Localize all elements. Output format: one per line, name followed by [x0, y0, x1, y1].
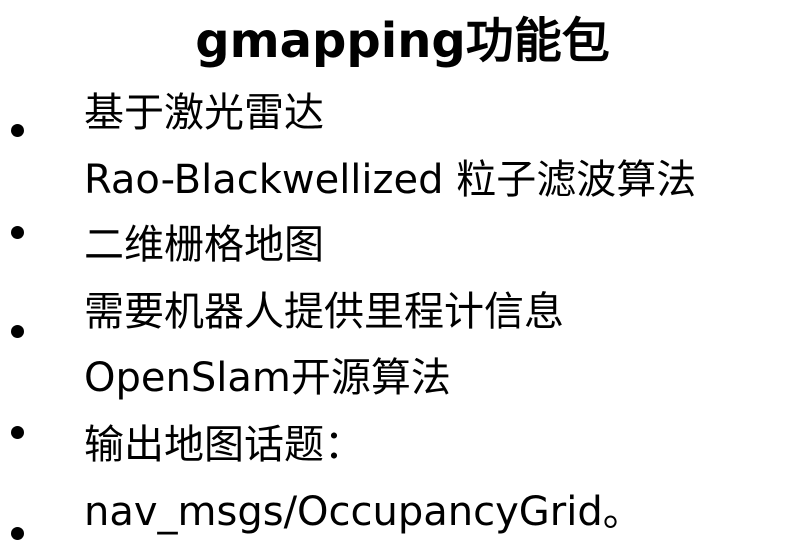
text-line-7: nav_msgs/OccupancyGrid。 — [84, 489, 643, 535]
text-line-2: Rao-Blackwellized 粒子滤波算法 — [84, 157, 697, 203]
text-line-6: 输出地图话题： — [84, 422, 364, 468]
text-line-1: 基于激光雷达 — [84, 90, 324, 136]
slide: gmapping功能包 基于激光雷达 Rao-Blackwellized 粒子滤… — [0, 0, 805, 549]
bullet-marker — [11, 325, 24, 338]
bullet-marker — [11, 426, 24, 439]
bullet-marker — [11, 124, 24, 137]
bullet-marker — [11, 226, 24, 239]
text-line-3: 二维栅格地图 — [84, 222, 324, 268]
text-line-4: 需要机器人提供里程计信息 — [84, 289, 564, 335]
text-line-5: OpenSlam开源算法 — [84, 355, 451, 401]
slide-title: gmapping功能包 — [195, 13, 610, 69]
bullet-marker — [11, 527, 24, 540]
